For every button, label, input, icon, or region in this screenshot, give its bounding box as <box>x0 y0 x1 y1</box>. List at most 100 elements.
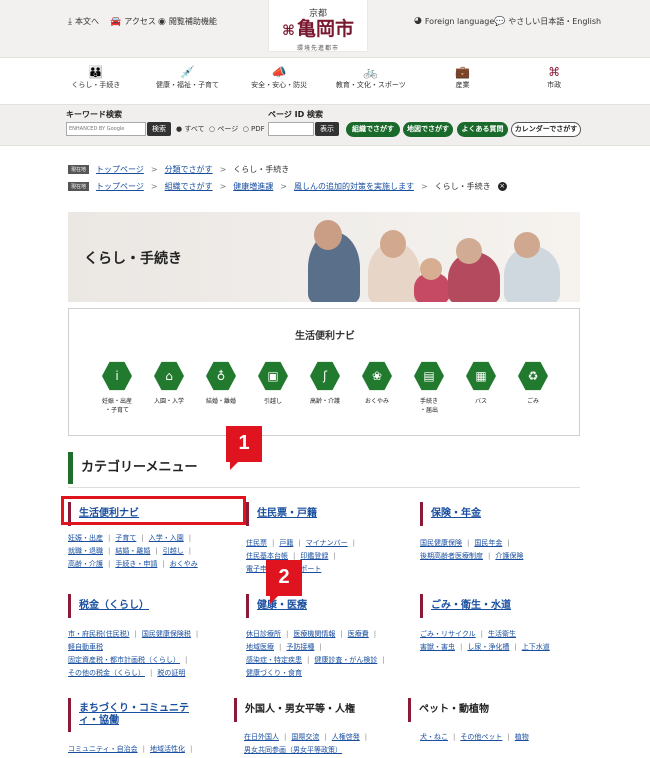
category-health-medical[interactable]: 健康・医療 <box>246 594 396 618</box>
skip-to-content-link[interactable]: ⤓ 本文へ <box>68 16 99 27</box>
category-link[interactable]: 市・府民税(住民税) <box>68 630 129 638</box>
briefcase-icon: 💼 <box>454 65 470 79</box>
breadcrumb: 現在地 トップページ > 分類でさがす > くらし・手続き <box>68 164 289 175</box>
category-link[interactable]: その他の税金（くらし） <box>68 669 145 677</box>
category-link[interactable]: 入学・入園 <box>149 534 184 542</box>
breadcrumb-current: くらし・手続き <box>233 165 290 174</box>
category-tax[interactable]: 税金（くらし） <box>68 594 238 618</box>
navi-item-moving[interactable]: ▣ 引越し <box>247 361 299 406</box>
category-link[interactable]: 犬・ねこ <box>420 733 448 741</box>
category-link[interactable]: 税の証明 <box>157 669 185 677</box>
breadcrumb-link[interactable]: 健康増進課 <box>233 181 273 192</box>
category-link[interactable]: その他ペット <box>460 733 502 741</box>
category-link[interactable]: 高齢・介護 <box>68 560 103 568</box>
category-life-navi-links: 妊娠・出産 | 子育て | 入学・入園 | 就職・退職 | 結婚・離婚 | 引越し | 高齢・介護 |… <box>68 534 198 568</box>
category-link[interactable]: おくやみ <box>170 560 198 568</box>
category-link[interactable]: 男女共同参画（男女平等政策） <box>244 746 342 754</box>
category-link[interactable]: 住民基本台帳 <box>246 552 288 560</box>
close-icon[interactable]: × <box>497 182 507 191</box>
category-link[interactable]: マイナンバー <box>306 539 348 547</box>
category-link[interactable]: 軽自動車税 <box>68 643 103 651</box>
nav-health[interactable]: 💉 健康・福祉・子育て <box>142 64 232 100</box>
category-link[interactable]: 引越し <box>163 547 184 555</box>
breadcrumb-link[interactable]: 風しんの追加的対策を実施します <box>294 181 414 192</box>
nav-safety[interactable]: 📣 安全・安心・防災 <box>234 64 324 100</box>
nav-living[interactable]: 👪 くらし・手続き <box>51 64 141 100</box>
category-link[interactable]: 生活衛生 <box>488 630 516 638</box>
radio-pdf[interactable]: ○ PDF <box>243 125 265 133</box>
breadcrumb-link[interactable]: トップページ <box>96 164 144 175</box>
category-link[interactable]: 植物 <box>515 733 529 741</box>
category-link[interactable]: 予防接種 <box>286 643 314 651</box>
breadcrumb-link[interactable]: 分類でさがす <box>165 164 213 175</box>
keyword-search-input[interactable]: ENHANCED BY Google <box>66 122 146 136</box>
category-link[interactable]: 健康診査・がん検診 <box>314 656 377 664</box>
category-link[interactable]: 介護保険 <box>495 552 523 560</box>
category-link[interactable]: 地域医療 <box>246 643 274 651</box>
category-link[interactable]: 上下水道 <box>522 643 550 651</box>
category-garbage-sanitation[interactable]: ごみ・衛生・水道 <box>420 594 570 618</box>
search-by-calendar-button[interactable]: カレンダーでさがす <box>511 122 581 137</box>
category-pets-plants-links: 犬・ねこ | その他ペット | 植物 <box>420 733 529 741</box>
category-foreigners-equality[interactable]: 外国人・男女平等・人権 <box>234 698 394 722</box>
life-navi-title: 生活便利ナビ <box>295 331 355 342</box>
nav-education[interactable]: 🚲 教育・文化・スポーツ <box>326 64 416 100</box>
category-link[interactable]: 国際交流 <box>291 733 319 741</box>
category-link[interactable]: 子育て <box>115 534 136 542</box>
radio-page[interactable]: ○ ページ <box>209 125 238 133</box>
navi-item-condolence[interactable]: ❀ おくやみ <box>351 361 403 406</box>
category-link[interactable]: 感染症・特定疾患 <box>246 656 302 664</box>
navi-item-marriage[interactable]: ♁ 結婚・離婚 <box>195 361 247 406</box>
search-by-organization-button[interactable]: 組織でさがす <box>346 122 400 137</box>
category-link[interactable]: 印鑑登録 <box>300 552 328 560</box>
category-link[interactable]: 健康づくり・食育 <box>246 669 302 677</box>
navi-item-school[interactable]: ⌂ 入園・入学 <box>143 361 195 406</box>
category-link[interactable]: ごみ・リサイクル <box>420 630 476 638</box>
easy-japanese-link[interactable]: 💬 やさしい日本語・English <box>494 16 601 27</box>
category-link[interactable]: 医療費 <box>348 630 369 638</box>
category-link[interactable]: 就職・退職 <box>68 547 103 555</box>
navi-item-garbage[interactable]: ♻ ごみ <box>507 361 559 406</box>
page-id-display-button[interactable]: 表示 <box>315 122 339 136</box>
category-link[interactable]: コミュニティ・自治会 <box>68 745 138 753</box>
navi-item-elderly[interactable]: ʃ 高齢・介護 <box>299 361 351 406</box>
category-link[interactable]: 休日診療所 <box>246 630 281 638</box>
breadcrumb-link[interactable]: 組織でさがす <box>165 181 213 192</box>
nav-industry[interactable]: 💼 産業 <box>417 64 507 100</box>
category-link[interactable]: し尿・浄化槽 <box>467 643 509 651</box>
category-link[interactable]: 害獣・害虫 <box>420 643 455 651</box>
category-garbage-sanitation-links: ごみ・リサイクル | 生活衛生 害獣・害虫 | し尿・浄化槽 | 上下水道 <box>420 630 550 651</box>
category-resident-register[interactable]: 住民票・戸籍 <box>246 502 396 526</box>
search-by-map-button[interactable]: 地図でさがす <box>403 122 453 137</box>
category-link[interactable]: 国民健康保険 <box>420 539 462 547</box>
keyword-search-button[interactable]: 検索 <box>147 122 171 136</box>
site-logo[interactable]: 京都 ⌘ 亀岡市 環境先進都市 <box>268 0 368 52</box>
category-link[interactable]: 後期高齢者医療制度 <box>420 552 483 560</box>
nav-city-government[interactable]: ⌘ 市政 <box>509 64 599 100</box>
radio-all[interactable]: ● すべて <box>176 125 205 133</box>
category-community[interactable]: まちづくり・コミュニテ ィ・協働 <box>68 698 218 732</box>
category-link[interactable]: 手続き・申請 <box>115 560 157 568</box>
navi-item-pregnancy[interactable]: i 妊娠・出産 ・子育て <box>91 361 143 415</box>
accessibility-link[interactable]: ◉ 閲覧補助機能 <box>158 16 217 27</box>
foreign-language-link[interactable]: ◕ Foreign language <box>414 16 494 26</box>
category-link[interactable]: 医療機関情報 <box>293 630 335 638</box>
category-pets-plants[interactable]: ペット・動植物 <box>408 698 558 722</box>
page-id-input[interactable] <box>268 122 314 136</box>
category-link[interactable]: 在日外国人 <box>244 733 279 741</box>
access-link[interactable]: 🚘 アクセス <box>110 16 156 27</box>
category-insurance-pension[interactable]: 保険・年金 <box>420 502 570 526</box>
navi-item-procedures[interactable]: ▤ 手続き ・届出 <box>403 361 455 415</box>
breadcrumb-link[interactable]: トップページ <box>96 181 144 192</box>
category-link[interactable]: 固定資産税・都市計画税（くらし） <box>68 656 180 664</box>
faq-button[interactable]: よくある質問 <box>457 122 508 137</box>
category-link[interactable]: 戸籍 <box>279 539 293 547</box>
category-link[interactable]: 結婚・離婚 <box>115 547 150 555</box>
category-link[interactable]: 地域活性化 <box>150 745 185 753</box>
category-link[interactable]: 住民票 <box>246 539 267 547</box>
navi-item-bus[interactable]: ▦ バス <box>455 361 507 406</box>
category-link[interactable]: 国民年金 <box>474 539 502 547</box>
category-link[interactable]: 人権啓発 <box>332 733 360 741</box>
category-link[interactable]: 国民健康保険税 <box>142 630 191 638</box>
category-link[interactable]: 妊娠・出産 <box>68 534 103 542</box>
